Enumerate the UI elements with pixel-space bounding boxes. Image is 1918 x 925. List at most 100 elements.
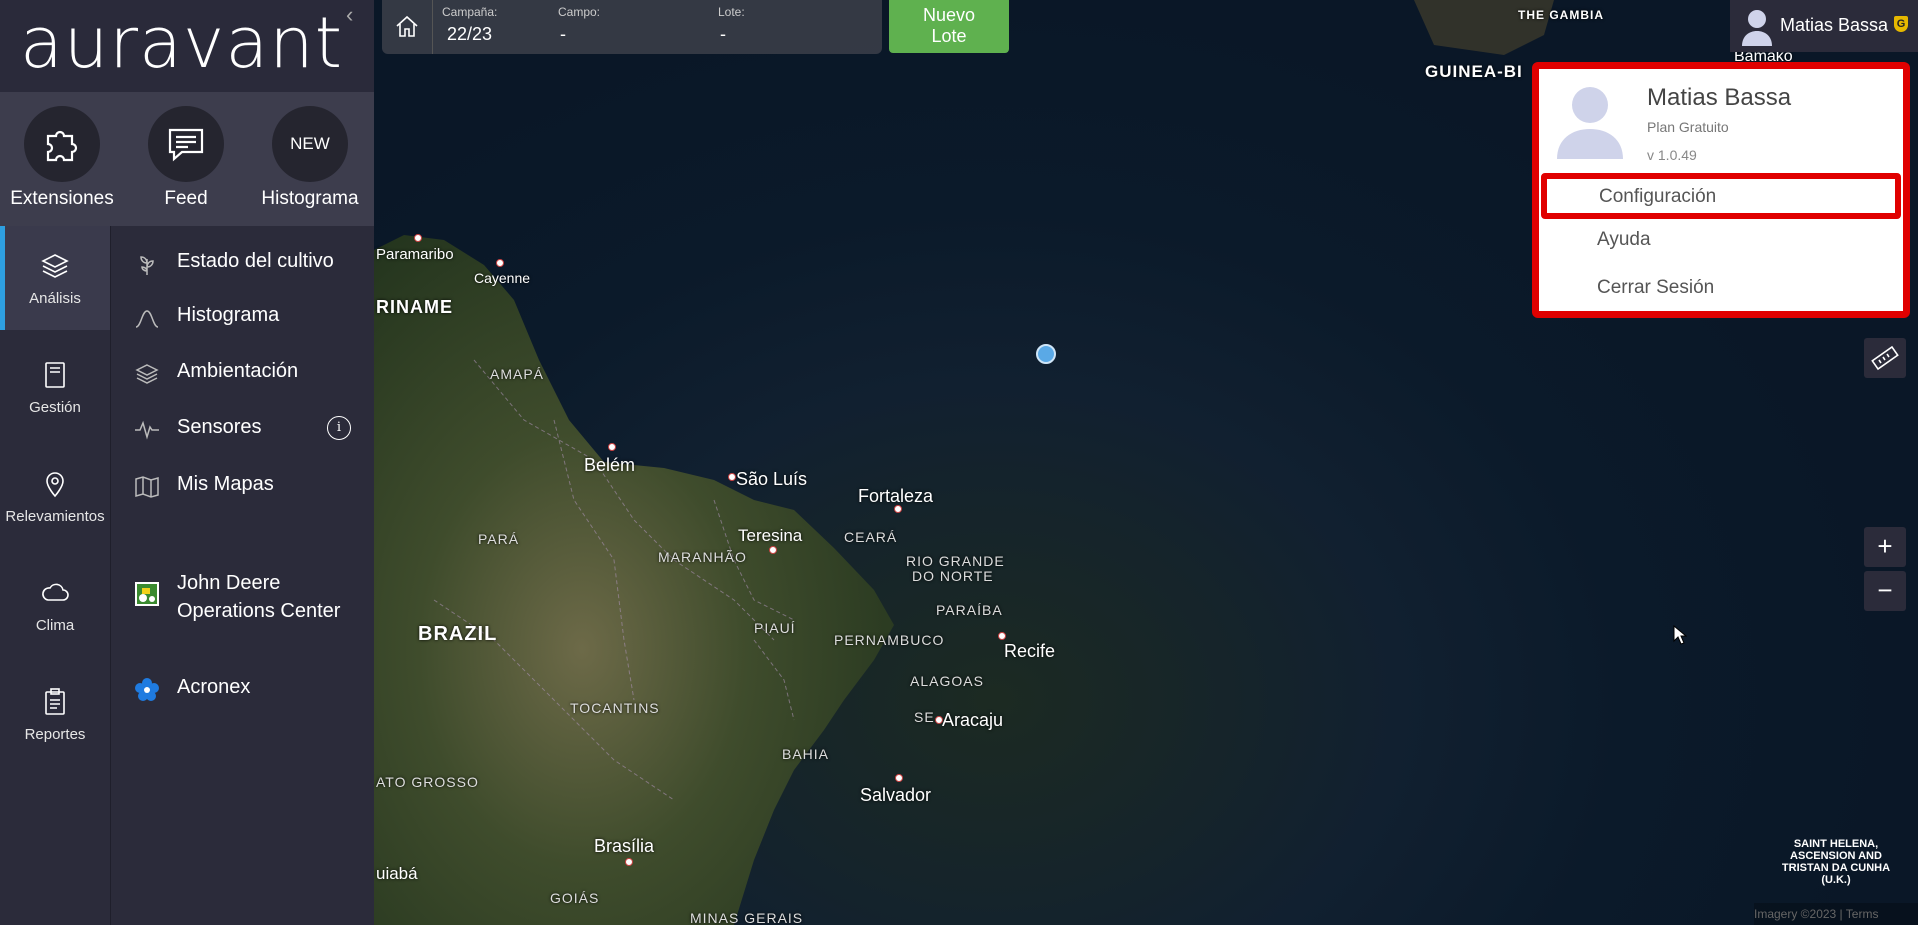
- map-label: AMAPÁ: [490, 366, 545, 382]
- sidebar: auravant ‹ Extensiones Feed NEW Histogra…: [0, 0, 374, 925]
- field-selector-bar: Campaña: 22/23 Campo: - Lote: -: [382, 0, 882, 54]
- lote-selector[interactable]: Lote: -: [714, 0, 882, 54]
- city-dot: [608, 443, 616, 451]
- cerrar-sesion-menu-item[interactable]: Cerrar Sesión: [1597, 277, 1714, 299]
- puzzle-icon: [24, 106, 100, 182]
- info-icon[interactable]: i: [327, 416, 351, 440]
- nuevo-lote-line2: Lote: [931, 26, 967, 46]
- map-label: RIO GRANDE: [906, 553, 1005, 569]
- cloud-icon: [37, 575, 73, 611]
- sidebar-rail: Análisis Gestión Relevamientos Clima Rep…: [0, 226, 111, 925]
- extensions-button[interactable]: Extensiones: [0, 106, 124, 210]
- rail-label: Relevamientos: [5, 508, 105, 525]
- ayuda-menu-item[interactable]: Ayuda: [1597, 229, 1651, 251]
- map-label: Belém: [584, 455, 636, 475]
- histogram-quick-button[interactable]: NEW Histograma: [248, 106, 372, 210]
- map-label: Salvador: [860, 785, 932, 805]
- map-label: CEARÁ: [844, 529, 898, 545]
- map-attribution[interactable]: Imagery ©2023 | Terms: [1754, 903, 1918, 925]
- avatar-icon: [1740, 6, 1774, 51]
- new-badge: NEW: [272, 106, 348, 182]
- mouse-cursor-icon: [1673, 624, 1688, 650]
- layers-icon: [133, 360, 161, 388]
- signal-icon: [133, 416, 161, 444]
- city-dot: [728, 473, 736, 481]
- menu-label: Estado del cultivo: [177, 250, 334, 272]
- campo-label: Campo:: [558, 5, 601, 19]
- rail-label: Clima: [35, 617, 75, 634]
- ruler-icon: [1871, 345, 1899, 371]
- rail-item-gestion[interactable]: Gestión: [0, 335, 110, 439]
- map-label: PARAÍBA: [936, 602, 1003, 618]
- city-dot: [895, 774, 903, 782]
- rail-label: Gestión: [29, 399, 81, 416]
- map-label: RINAME: [376, 297, 453, 317]
- city-dot: [998, 632, 1006, 640]
- campana-label: Campaña:: [442, 5, 498, 19]
- user-menu-button[interactable]: Matias Bassa G: [1730, 0, 1918, 52]
- campana-value: 22/23: [447, 24, 493, 44]
- menu-label: Sensores: [177, 416, 262, 438]
- menu-label: Acronex: [177, 676, 251, 698]
- zoom-in-button[interactable]: +: [1864, 527, 1906, 567]
- city-dot: [414, 234, 422, 242]
- user-dropdown: Matias Bassa Plan Gratuito v 1.0.49 Conf…: [1532, 62, 1910, 318]
- brand-logo: auravant: [20, 2, 344, 84]
- map-label: Brasília: [594, 836, 655, 856]
- campana-selector[interactable]: Campaña: 22/23: [434, 0, 554, 54]
- feed-button[interactable]: Feed: [124, 106, 248, 210]
- plant-icon: [133, 250, 161, 278]
- nuevo-lote-line1: Nuevo: [922, 5, 976, 25]
- map-pin-icon: [37, 466, 73, 502]
- home-button[interactable]: [382, 0, 433, 54]
- rail-label: Reportes: [24, 726, 86, 743]
- map-label: PIAUÍ: [754, 620, 796, 636]
- analysis-menu: Estado del cultivo Histograma Ambientaci…: [111, 226, 374, 925]
- map-label: Cayenne: [474, 270, 531, 286]
- configuracion-menu-item[interactable]: Configuración: [1541, 173, 1901, 219]
- extensions-label: Extensiones: [10, 188, 114, 209]
- map-label: BAHIA: [782, 746, 830, 762]
- map-label: SE: [914, 709, 935, 725]
- menu-label: Ambientación: [177, 360, 299, 382]
- map-label: THE GAMBIA: [1518, 8, 1604, 22]
- logo-area: auravant ‹: [0, 0, 374, 92]
- rail-item-relevamientos[interactable]: Relevamientos: [0, 444, 110, 548]
- quick-actions: Extensiones Feed NEW Histograma: [0, 92, 374, 226]
- map-label: Fortaleza: [858, 486, 934, 506]
- tractor-icon: [133, 580, 161, 608]
- map-label: GUINEA-BI: [1425, 62, 1523, 81]
- popup-user-name: Matias Bassa: [1647, 84, 1792, 111]
- rail-item-clima[interactable]: Clima: [0, 553, 110, 657]
- menu-label: Mis Mapas: [177, 473, 274, 495]
- location-marker[interactable]: [1036, 344, 1056, 364]
- notebook-icon: [37, 357, 73, 393]
- map-label: TOCANTINS: [570, 700, 660, 716]
- histogram-quick-label: Histograma: [261, 188, 359, 209]
- campo-selector[interactable]: Campo: -: [554, 0, 714, 54]
- map-label: BRAZIL: [418, 623, 498, 645]
- feed-label: Feed: [164, 188, 208, 209]
- rail-item-reportes[interactable]: Reportes: [0, 662, 110, 766]
- rail-label: Análisis: [29, 290, 81, 307]
- map-label: São Luís: [736, 469, 808, 489]
- lote-label: Lote:: [718, 5, 745, 19]
- city-dot: [625, 858, 633, 866]
- map-label: Paramaribo: [376, 246, 454, 263]
- map-label: ATO GROSSO: [376, 774, 479, 790]
- rail-item-analisis[interactable]: Análisis: [0, 226, 110, 330]
- clipboard-icon: [37, 684, 73, 720]
- ruler-button[interactable]: [1864, 338, 1906, 378]
- map-label: DO NORTE: [912, 568, 994, 584]
- chevron-left-icon[interactable]: ‹: [346, 2, 353, 28]
- campo-value: -: [560, 24, 566, 44]
- nuevo-lote-button[interactable]: Nuevo Lote: [889, 0, 1009, 53]
- menu-label-line2: Operations Center: [177, 600, 341, 622]
- flower-icon: [133, 676, 161, 704]
- avatar-icon: [1555, 79, 1625, 164]
- zoom-out-button[interactable]: −: [1864, 571, 1906, 611]
- map-label: GOIÁS: [550, 890, 600, 906]
- city-dot: [769, 546, 777, 554]
- map-label: uiabá: [376, 864, 418, 883]
- home-icon: [396, 15, 418, 37]
